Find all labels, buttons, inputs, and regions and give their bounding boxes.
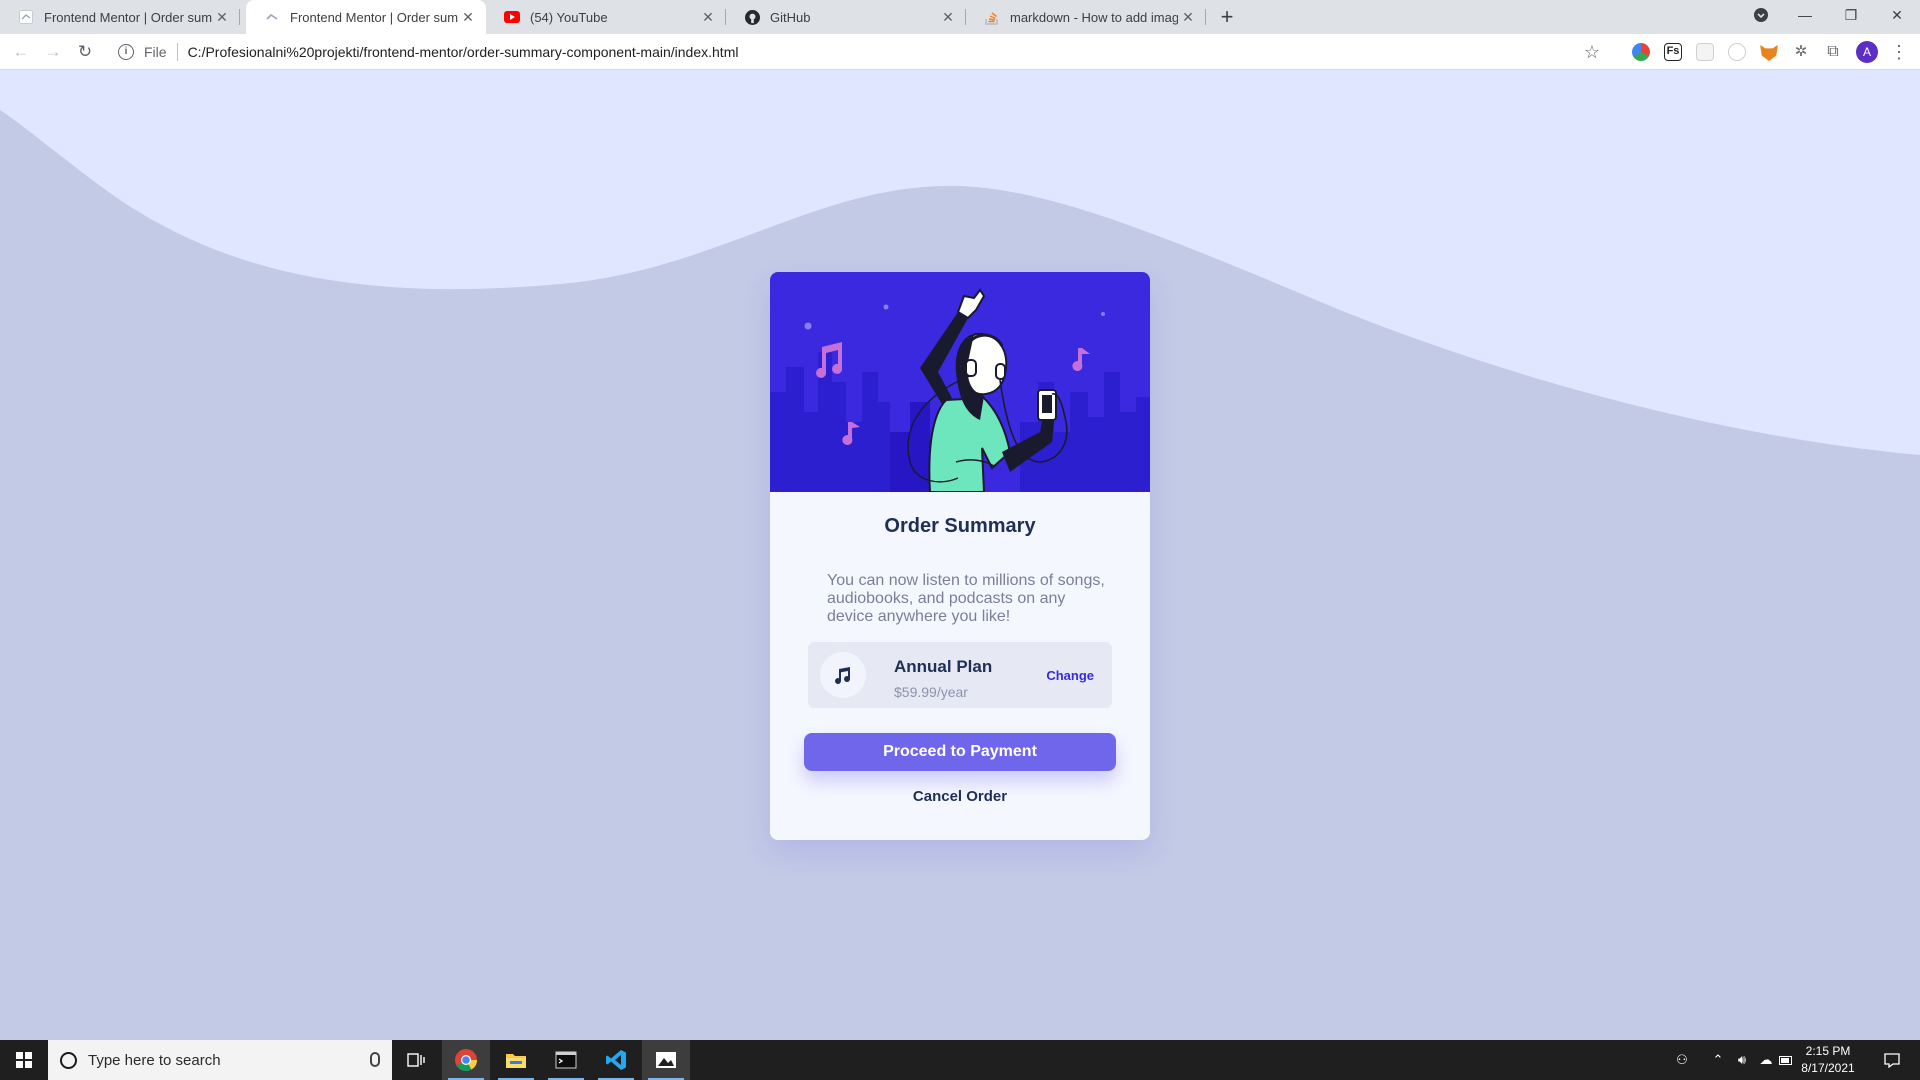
tab-title: Frontend Mentor | Order summa: [44, 9, 212, 25]
people-icon[interactable]: ⚇: [1668, 1040, 1696, 1080]
close-tab-icon[interactable]: ✕: [1178, 9, 1198, 26]
taskbar-search-box[interactable]: Type here to search: [48, 1040, 392, 1080]
site-info-icon[interactable]: i: [118, 44, 134, 60]
extensions-puzzle-icon[interactable]: ⧉: [1824, 43, 1842, 61]
card-description: You can now listen to millions of songs,…: [827, 572, 1105, 625]
photos-icon[interactable]: [642, 1040, 690, 1080]
blank-extension-icon[interactable]: [1696, 43, 1714, 61]
address-bar[interactable]: i File C:/Profesionalni%20projekti/front…: [108, 38, 1602, 66]
url-text[interactable]: C:/Profesionalni%20projekti/frontend-men…: [188, 44, 739, 60]
chrome-taskbar-icon[interactable]: [442, 1040, 490, 1080]
back-icon[interactable]: ←: [9, 40, 33, 64]
profile-avatar[interactable]: A: [1856, 41, 1878, 63]
plan-name: Annual Plan: [894, 657, 993, 676]
browser-toolbar: ← → ↻ i File C:/Profesionalni%20projekti…: [0, 34, 1920, 70]
onedrive-cloud-icon[interactable]: ☁: [1754, 1040, 1778, 1080]
plan-box: Annual Plan $59.99/year Change: [808, 642, 1112, 708]
youtube-icon: [504, 9, 520, 25]
fs-extension-icon[interactable]: Fs: [1664, 43, 1682, 61]
clock-date: 8/17/2021: [1801, 1061, 1855, 1075]
tab-search-icon[interactable]: [1738, 0, 1784, 30]
tab-title: markdown - How to add images: [1010, 9, 1178, 25]
tab-frontend-mentor-1[interactable]: Frontend Mentor | Order summa ✕: [0, 0, 240, 34]
tab-title: GitHub: [770, 9, 811, 25]
music-note-icon: [820, 652, 866, 698]
frontend-mentor-icon: [18, 9, 34, 25]
file-explorer-icon[interactable]: [492, 1040, 540, 1080]
page-viewport: Order Summary You can now listen to mill…: [0, 70, 1920, 1038]
proceed-to-payment-button[interactable]: Proceed to Payment: [804, 733, 1116, 771]
close-tab-icon[interactable]: ✕: [458, 9, 478, 26]
stackoverflow-icon: [984, 9, 1000, 25]
tab-title: Frontend Mentor | Order summa: [290, 9, 458, 25]
terminal-icon[interactable]: [542, 1040, 590, 1080]
microphone-icon[interactable]: [370, 1052, 380, 1067]
minimize-icon[interactable]: —: [1782, 0, 1828, 30]
reload-icon[interactable]: ↻: [73, 40, 97, 64]
close-tab-icon[interactable]: ✕: [938, 9, 958, 26]
windows-start-icon[interactable]: [0, 1040, 48, 1080]
taskbar-clock[interactable]: 2:15 PM 8/17/2021: [1788, 1043, 1868, 1077]
close-window-icon[interactable]: ✕: [1874, 0, 1920, 30]
taskbar-search-placeholder: Type here to search: [88, 1051, 221, 1069]
browser-menu-icon[interactable]: ⋮: [1890, 40, 1908, 64]
plan-price: $59.99/year: [894, 684, 968, 700]
tab-frontend-mentor-2[interactable]: Frontend Mentor | Order summa ✕: [246, 0, 486, 34]
hero-illustration: [770, 272, 1150, 492]
card-title: Order Summary: [884, 515, 1036, 537]
volume-icon[interactable]: 🔊︎: [1730, 1040, 1754, 1080]
task-view-icon[interactable]: [392, 1040, 440, 1080]
new-tab-button[interactable]: +: [1214, 4, 1240, 30]
frontend-mentor-icon: [264, 9, 280, 25]
cortana-circle-icon: [60, 1051, 77, 1069]
close-tab-icon[interactable]: ✕: [212, 9, 232, 26]
change-plan-link[interactable]: Change: [1046, 668, 1094, 683]
forward-icon[interactable]: →: [41, 40, 65, 64]
bookmark-star-icon[interactable]: ☆: [1584, 42, 1600, 63]
clock-time: 2:15 PM: [1805, 1044, 1851, 1058]
scheme-label: File: [144, 44, 167, 60]
tab-github[interactable]: GitHub ✕: [726, 0, 966, 34]
bug-extension-icon[interactable]: ✲: [1792, 43, 1810, 61]
order-summary-card: Order Summary You can now listen to mill…: [770, 272, 1150, 840]
github-icon: [744, 9, 760, 25]
color-extension-icon[interactable]: [1632, 43, 1650, 61]
cancel-order-button[interactable]: Cancel Order: [770, 788, 1150, 805]
restore-icon[interactable]: ❐: [1828, 0, 1874, 30]
close-tab-icon[interactable]: ✕: [698, 9, 718, 26]
tab-youtube[interactable]: (54) YouTube ✕: [486, 0, 726, 34]
metamask-fox-icon[interactable]: [1760, 44, 1778, 61]
show-hidden-icons[interactable]: ⌃: [1706, 1040, 1730, 1080]
tab-title: (54) YouTube: [530, 9, 608, 25]
tab-strip: Frontend Mentor | Order summa ✕ Frontend…: [0, 0, 1920, 34]
windows-taskbar: Type here to search ⚇ ⌃ 🔊︎ ☁ 2:15 PM 8/1…: [0, 1040, 1920, 1080]
notification-center-icon[interactable]: [1872, 1040, 1912, 1080]
vscode-icon[interactable]: [592, 1040, 640, 1080]
circle-extension-icon[interactable]: [1728, 43, 1746, 61]
tab-stackoverflow[interactable]: markdown - How to add images ✕: [966, 0, 1206, 34]
